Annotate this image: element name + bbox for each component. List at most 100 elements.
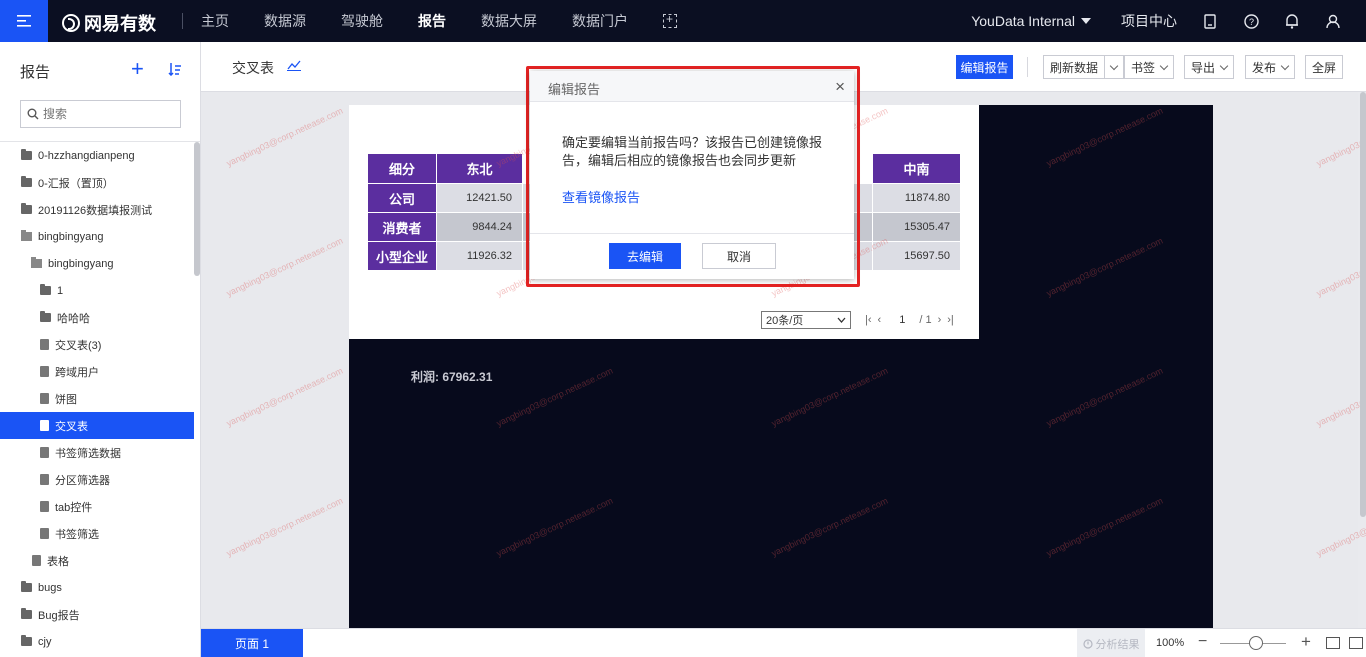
sidebar-tree-item[interactable]: bugs bbox=[0, 574, 194, 601]
report-title: 交叉表 bbox=[232, 60, 274, 76]
tree-item-label: 哈哈哈 bbox=[57, 312, 90, 325]
sidebar-tree-item[interactable]: 书签筛选数据 bbox=[0, 439, 194, 466]
sidebar-tree-item[interactable]: 0-汇报（置顶） bbox=[0, 169, 194, 196]
search-input[interactable] bbox=[43, 107, 163, 121]
workspace-selector[interactable]: YouData Internal bbox=[971, 13, 1091, 29]
add-nav-icon[interactable] bbox=[663, 12, 677, 28]
nav-home[interactable]: 主页 bbox=[201, 11, 229, 31]
sidebar-tree-item[interactable]: 哈哈哈 bbox=[0, 304, 194, 331]
close-icon[interactable]: × bbox=[835, 77, 845, 97]
fullscreen-button[interactable]: 全屏 bbox=[1305, 55, 1344, 79]
search-icon bbox=[27, 108, 39, 120]
project-center-link[interactable]: 项目中心 bbox=[1121, 11, 1177, 31]
logo-text: 网易有数 bbox=[84, 14, 156, 34]
page-tab[interactable]: 页面 1 bbox=[201, 629, 303, 657]
row-header: 消费者 bbox=[367, 212, 437, 242]
sidebar-tree-item[interactable]: Bug报告 bbox=[0, 601, 194, 628]
sidebar-tree-item[interactable]: 1 bbox=[0, 277, 194, 304]
tree-item-label: 跨域用户 bbox=[55, 366, 99, 379]
add-report-button[interactable]: + bbox=[131, 58, 144, 80]
table-cell: 11926.32 bbox=[436, 241, 523, 271]
table-cell: 9844.24 bbox=[436, 212, 523, 242]
watermark-text: yangbing03@corp.netease.com bbox=[224, 235, 345, 299]
folder-icon bbox=[21, 176, 32, 187]
first-page-icon[interactable]: |‹ bbox=[865, 314, 872, 326]
canvas-scrollbar[interactable] bbox=[1360, 92, 1366, 517]
search-box[interactable] bbox=[20, 100, 181, 128]
cancel-button[interactable]: 取消 bbox=[702, 243, 776, 269]
analysis-result-button[interactable]: 分析结果 bbox=[1077, 629, 1145, 657]
analysis-label: 分析结果 bbox=[1095, 638, 1140, 651]
report-tree: 0-hzzhangdianpeng 0-汇报（置顶） 20191126数据填报测试 b… bbox=[0, 142, 194, 655]
tree-item-label: tab控件 bbox=[55, 501, 93, 514]
watermark-text: yangbing03@corp.netease.com bbox=[1314, 235, 1366, 299]
zoom-out-button[interactable]: − bbox=[1198, 633, 1207, 651]
next-page-icon[interactable]: › bbox=[938, 314, 942, 326]
folder-icon bbox=[31, 257, 42, 268]
sort-icon[interactable] bbox=[168, 62, 182, 77]
sidebar-tree-item[interactable]: 分区筛选器 bbox=[0, 466, 194, 493]
bell-icon[interactable] bbox=[1284, 13, 1300, 29]
help-icon[interactable]: ? bbox=[1243, 13, 1259, 29]
zoom-in-button[interactable]: + bbox=[1301, 632, 1311, 652]
report-icon bbox=[40, 474, 49, 485]
view-mirror-report-link[interactable]: 查看镜像报告 bbox=[562, 187, 640, 206]
sidebar-tree-item[interactable]: 书签筛选 bbox=[0, 520, 194, 547]
nav-bigscreen[interactable]: 数据大屏 bbox=[481, 11, 537, 31]
main-nav: 主页 数据源 驾驶舱 报告 数据大屏 数据门户 bbox=[201, 0, 677, 42]
nav-report[interactable]: 报告 bbox=[418, 11, 446, 31]
chevron-down-icon bbox=[1280, 61, 1290, 70]
tree-item-label: 分区筛选器 bbox=[55, 474, 110, 487]
page-size-select[interactable]: 20条/页 bbox=[761, 311, 851, 329]
chevron-down-icon bbox=[837, 317, 846, 323]
tree-item-label: 交叉表(3) bbox=[55, 339, 102, 352]
go-edit-button[interactable]: 去编辑 bbox=[609, 243, 681, 269]
report-icon bbox=[40, 339, 49, 350]
sidebar-tree-item[interactable]: 交叉表(3) bbox=[0, 331, 194, 358]
publish-button[interactable]: 发布 bbox=[1245, 55, 1296, 79]
sidebar-tree-item[interactable]: 交叉表 bbox=[0, 412, 194, 439]
profit-panel: 利润: 67962.31 bbox=[349, 339, 979, 628]
prev-page-icon[interactable]: ‹ bbox=[878, 314, 882, 326]
edit-report-button[interactable]: 编辑报告 bbox=[956, 55, 1013, 79]
chart-icon[interactable] bbox=[287, 59, 301, 74]
sidebar-tree-item[interactable]: bingbingyang bbox=[0, 250, 194, 277]
nav-portal[interactable]: 数据门户 bbox=[572, 11, 628, 31]
tree-item-label: Bug报告 bbox=[38, 609, 80, 622]
nav-cockpit[interactable]: 驾驶舱 bbox=[341, 11, 383, 31]
fit-page-icon[interactable] bbox=[1349, 637, 1363, 649]
sidebar-tree-item[interactable]: 表格 bbox=[0, 547, 194, 574]
tree-item-label: bingbingyang bbox=[38, 230, 104, 243]
sidebar-tree-item[interactable]: 20191126数据填报测试 bbox=[0, 196, 194, 223]
logo-icon bbox=[62, 14, 80, 32]
app-logo[interactable]: 网易有数 bbox=[62, 10, 156, 36]
sidebar-tree-item[interactable]: 跨域用户 bbox=[0, 358, 194, 385]
tree-item-label: 1 bbox=[57, 284, 64, 297]
refresh-data-button[interactable]: 刷新数据 bbox=[1043, 55, 1125, 79]
bookmark-label: 书签 bbox=[1131, 60, 1156, 75]
current-page[interactable]: 1 bbox=[899, 314, 905, 326]
dialog-header: 编辑报告 × bbox=[530, 71, 854, 102]
tree-item-label: 0-hzzhangdianpeng bbox=[38, 149, 135, 162]
user-icon[interactable] bbox=[1325, 13, 1341, 29]
table-header: 中南 bbox=[872, 153, 961, 184]
sidebar-scrollbar[interactable] bbox=[194, 142, 200, 276]
sidebar-tree-item[interactable]: bingbingyang bbox=[0, 223, 194, 250]
nav-datasource[interactable]: 数据源 bbox=[264, 11, 306, 31]
edit-report-dialog: 编辑报告 × 确定要编辑当前报告吗？该报告已创建镜像报告，编辑后相应的镜像报告也… bbox=[530, 71, 854, 279]
zoom-slider-handle[interactable] bbox=[1249, 636, 1263, 650]
dark-panel bbox=[979, 105, 1213, 628]
document-icon[interactable] bbox=[1202, 13, 1218, 29]
fit-width-icon[interactable] bbox=[1326, 637, 1340, 649]
export-button[interactable]: 导出 bbox=[1184, 55, 1235, 79]
watermark-text: yangbing03@corp.netease.com bbox=[1314, 105, 1366, 169]
sidebar-tree-item[interactable]: cjy bbox=[0, 628, 194, 655]
sidebar-tree-item[interactable]: 饼图 bbox=[0, 385, 194, 412]
menu-icon bbox=[17, 15, 31, 27]
sidebar-tree-item[interactable]: tab控件 bbox=[0, 493, 194, 520]
menu-button[interactable] bbox=[0, 0, 48, 42]
last-page-icon[interactable]: ›| bbox=[947, 314, 954, 326]
sidebar-tree-item[interactable]: 0-hzzhangdianpeng bbox=[0, 142, 194, 169]
bookmark-button[interactable]: 书签 bbox=[1124, 55, 1175, 79]
publish-label: 发布 bbox=[1252, 60, 1277, 75]
